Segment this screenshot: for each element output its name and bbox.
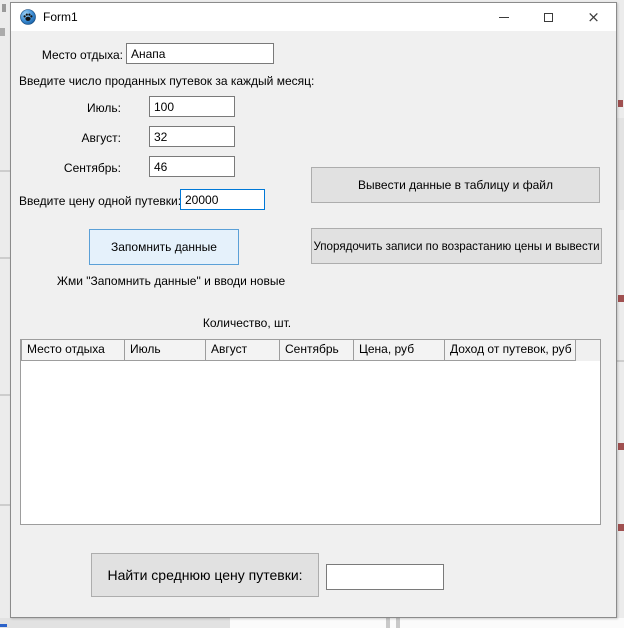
background-block	[617, 118, 624, 210]
background-strip-bottom	[0, 618, 230, 628]
background-line	[617, 360, 624, 362]
background-mark	[0, 624, 7, 627]
background-mark	[618, 443, 624, 450]
months-instruction: Введите число проданных путевок за кажды…	[19, 74, 314, 88]
september-label: Сентябрь:	[51, 161, 121, 175]
background-divider	[396, 618, 400, 628]
grid-header-row: Место отдыха Июль Август Сентябрь Цена, …	[21, 340, 600, 361]
background-mark	[618, 295, 624, 302]
grid-caption: Количество, шт.	[111, 316, 383, 330]
sort-button[interactable]: Упорядочить записи по возрастанию цены и…	[311, 228, 602, 264]
close-button[interactable]: ×	[571, 3, 616, 31]
output-button[interactable]: Вывести данные в таблицу и файл	[311, 167, 600, 203]
minimize-icon	[499, 17, 509, 18]
results-grid: Место отдыха Июль Август Сентябрь Цена, …	[20, 339, 601, 525]
grid-header-august: Август	[205, 339, 280, 361]
background-line	[0, 257, 10, 259]
background-line	[0, 394, 10, 396]
titlebar: Form1 ×	[11, 3, 616, 31]
place-label: Место отдыха:	[33, 48, 123, 62]
grid-header-filler	[576, 340, 600, 361]
background-mark	[618, 524, 624, 531]
grid-header-price: Цена, руб	[353, 339, 445, 361]
background-line	[0, 170, 10, 172]
grid-header-place: Место отдыха	[21, 339, 125, 361]
grid-body[interactable]	[21, 361, 600, 524]
form1-window: Form1 × Место отдыха: Введите число прод…	[10, 2, 617, 618]
place-input[interactable]	[126, 43, 274, 64]
august-input[interactable]	[149, 126, 235, 147]
july-label: Июль:	[51, 101, 121, 115]
background-strip-bottom-white	[230, 618, 624, 628]
background-line	[0, 504, 10, 506]
maximize-button[interactable]	[526, 3, 571, 31]
close-icon: ×	[587, 10, 600, 25]
grid-header-july: Июль	[124, 339, 206, 361]
background-mark	[2, 4, 6, 12]
window-title: Form1	[43, 10, 78, 24]
average-button[interactable]: Найти среднюю цену путевки:	[91, 553, 319, 597]
august-label: Август:	[51, 131, 121, 145]
window-controls: ×	[481, 3, 616, 31]
minimize-button[interactable]	[481, 3, 526, 31]
maximize-icon	[544, 13, 553, 22]
price-label: Введите цену одной путевки:	[19, 194, 181, 208]
average-output[interactable]	[326, 564, 444, 590]
paw-icon	[20, 9, 36, 25]
background-divider	[386, 618, 390, 628]
save-button[interactable]: Запомнить данные	[89, 229, 239, 265]
july-input[interactable]	[149, 96, 235, 117]
price-input[interactable]	[180, 189, 265, 210]
background-mark	[618, 100, 623, 107]
save-hint: Жми "Запомнить данные" и вводи новые	[39, 274, 303, 288]
grid-header-income: Доход от путевок, руб	[444, 339, 576, 361]
september-input[interactable]	[149, 156, 235, 177]
grid-header-september: Сентябрь	[279, 339, 354, 361]
background-mark	[0, 28, 5, 36]
